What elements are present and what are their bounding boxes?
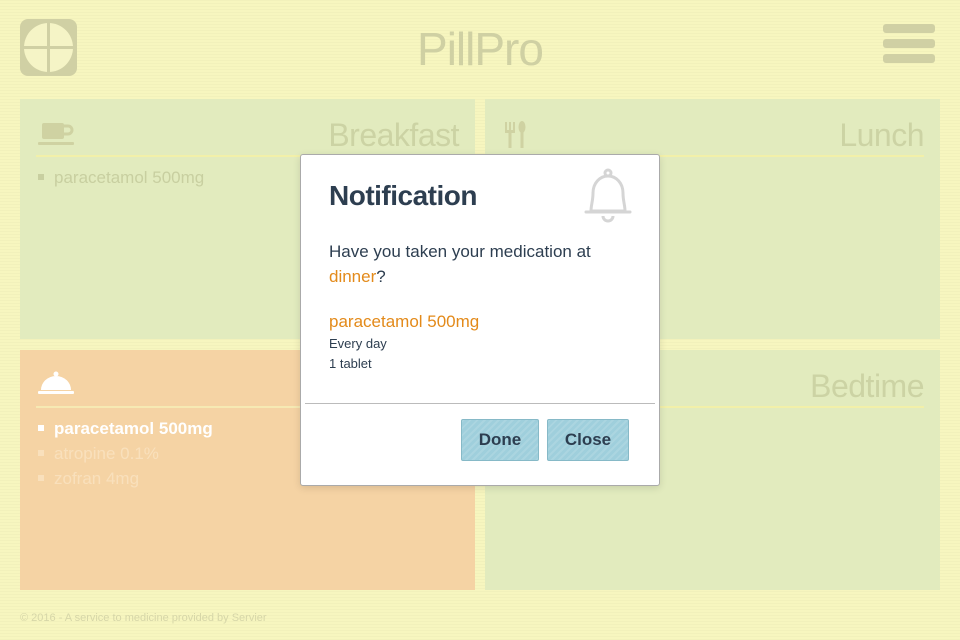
meal-name: dinner xyxy=(329,267,377,286)
dialog-divider xyxy=(305,403,655,404)
medication-item[interactable]: atropine 0.1% xyxy=(36,441,213,466)
panel-title-breakfast: Breakfast xyxy=(328,117,459,153)
medication-dose: 1 tablet xyxy=(329,356,372,371)
hamburger-menu-icon[interactable] xyxy=(883,24,935,68)
medication-item[interactable]: zofran 4mg xyxy=(36,466,213,491)
cloche-icon xyxy=(38,370,78,403)
app-title: PillPro xyxy=(417,23,544,75)
done-button[interactable]: Done xyxy=(461,419,539,461)
coffee-cup-icon xyxy=(38,119,78,154)
footer-text: © 2016 - A service to medicine provided … xyxy=(20,612,267,624)
panel-title-lunch: Lunch xyxy=(839,117,924,153)
dialog-question: Have you taken your medication at dinner… xyxy=(329,242,591,286)
medication-item[interactable]: paracetamol 500mg xyxy=(36,165,204,190)
medication-item[interactable]: paracetamol 500mg xyxy=(36,416,213,441)
medication-frequency: Every day xyxy=(329,336,387,351)
close-button[interactable]: Close xyxy=(547,419,629,461)
dialog-title: Notification xyxy=(329,180,478,211)
bell-icon xyxy=(579,167,637,230)
notification-dialog: Notification Have you taken your medicat… xyxy=(300,154,660,486)
fork-knife-icon xyxy=(503,119,529,156)
panel-title-bedtime: Bedtime xyxy=(810,368,924,404)
medication-name: paracetamol 500mg xyxy=(329,312,480,331)
